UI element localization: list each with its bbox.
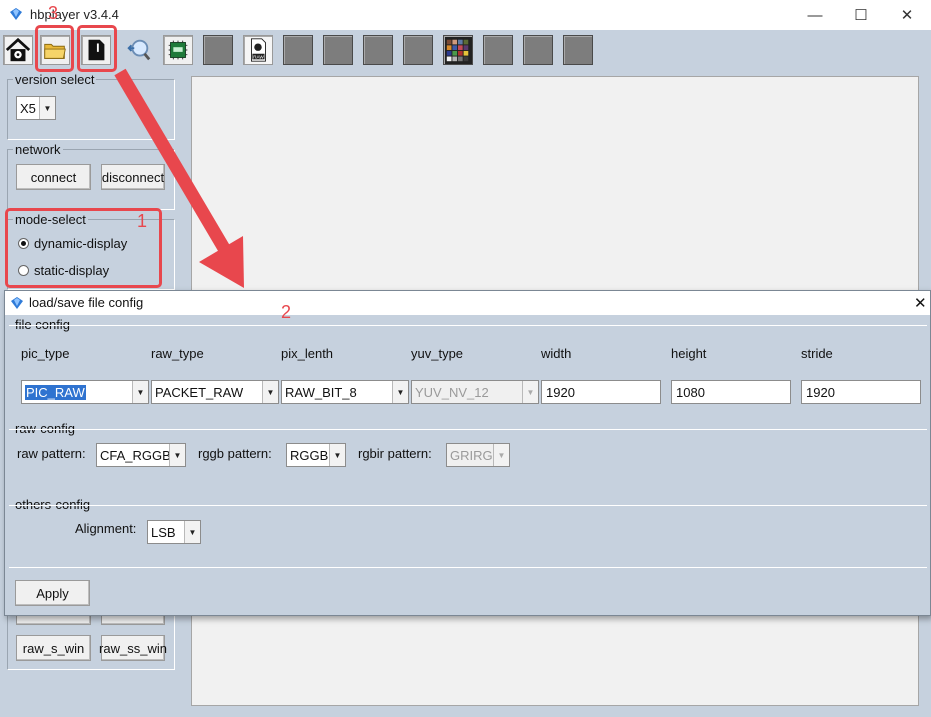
raw-type-header: raw_type <box>151 346 204 361</box>
file-config-separator <box>9 325 927 326</box>
pic-type-header: pic_type <box>21 346 70 361</box>
raw-pattern-label: raw pattern: <box>17 446 86 461</box>
app-logo-icon <box>10 8 22 20</box>
chevron-down-icon: ▼ <box>262 381 278 403</box>
home-button[interactable] <box>3 35 33 65</box>
apply-button[interactable]: Apply <box>15 580 90 606</box>
rgbir-pattern-select: GRIRG ▼ <box>446 443 510 467</box>
zoom-icon <box>127 39 151 61</box>
toolbar-button-9[interactable] <box>363 35 393 65</box>
save-raw-button[interactable]: RAW <box>243 35 273 65</box>
annotation-number-2: 2 <box>281 302 292 322</box>
chevron-down-icon: ▼ <box>493 444 509 466</box>
toolbar-button-5[interactable] <box>203 35 233 65</box>
pix-lenth-value: RAW_BIT_8 <box>285 384 357 400</box>
height-header: height <box>671 346 707 361</box>
stride-header: stride <box>801 346 833 361</box>
dialog-close-button[interactable]: ✕ <box>914 294 927 312</box>
color-checker-button[interactable] <box>443 35 473 65</box>
annotation-number-3: 3 <box>48 3 59 23</box>
toolbar-button-14[interactable] <box>563 35 593 65</box>
pic-type-select[interactable]: PIC_RAW ▼ <box>21 380 149 404</box>
toolbar-button-12[interactable] <box>483 35 513 65</box>
connect-button[interactable]: connect <box>16 164 91 190</box>
rggb-pattern-label: rggb pattern: <box>198 446 272 461</box>
raw-ss-win-button[interactable]: raw_ss_win <box>99 635 167 661</box>
raw-s-win-button[interactable]: raw_s_win <box>16 635 91 661</box>
chevron-down-icon: ▼ <box>329 444 345 466</box>
chip-icon <box>168 40 188 60</box>
window-title: hbplayer v3.4.4 <box>30 7 119 22</box>
alignment-select[interactable]: LSB ▼ <box>147 520 201 544</box>
others-config-separator <box>9 505 927 506</box>
version-value: X5 <box>20 100 36 116</box>
raw-save-icon: RAW <box>251 38 266 62</box>
alignment-value: LSB <box>151 524 176 540</box>
annotation-box-file <box>77 25 117 72</box>
chevron-down-icon: ▼ <box>132 381 148 403</box>
toolbar-button-8[interactable] <box>323 35 353 65</box>
chevron-down-icon: ▼ <box>392 381 408 403</box>
chip-button[interactable] <box>163 35 193 65</box>
pix-lenth-header: pix_lenth <box>281 346 334 361</box>
dialog-title-bar: load/save file config ✕ <box>5 291 930 315</box>
alignment-label: Alignment: <box>75 521 137 536</box>
network-legend: network <box>13 142 63 157</box>
width-header: width <box>541 346 572 361</box>
pic-type-value: PIC_RAW <box>25 384 86 400</box>
raw-type-select[interactable]: PACKET_RAW ▼ <box>151 380 279 404</box>
rggb-pattern-select[interactable]: RGGB ▼ <box>286 443 346 467</box>
raw-type-value: PACKET_RAW <box>155 384 244 400</box>
chevron-down-icon: ▼ <box>522 381 538 403</box>
rgbir-pattern-label: rgbir pattern: <box>358 446 432 461</box>
chevron-down-icon: ▼ <box>169 444 185 466</box>
toolbar-button-7[interactable] <box>283 35 313 65</box>
annotation-number-1: 1 <box>137 211 148 231</box>
dialog-title: load/save file config <box>29 295 144 310</box>
maximize-button[interactable]: ☐ <box>838 0 884 30</box>
rggb-pattern-value: RGGB <box>290 447 329 463</box>
version-select[interactable]: X5 ▼ <box>16 96 56 120</box>
pix-lenth-select[interactable]: RAW_BIT_8 ▼ <box>281 380 409 404</box>
close-button[interactable]: ✕ <box>884 0 930 30</box>
raw-config-separator <box>9 429 927 430</box>
app-logo-icon <box>11 297 23 309</box>
annotation-box-open <box>35 25 74 72</box>
stride-input[interactable]: 1920 <box>801 380 921 404</box>
height-input[interactable]: 1080 <box>671 380 791 404</box>
title-bar: hbplayer v3.4.4 — ☐ ✕ <box>0 0 931 30</box>
chevron-down-icon: ▼ <box>184 521 200 543</box>
toolbar-button-10[interactable] <box>403 35 433 65</box>
yuv-type-select: YUV_NV_12 ▼ <box>411 380 539 404</box>
apply-separator <box>9 567 927 568</box>
color-grid-icon <box>446 39 469 62</box>
minimize-button[interactable]: — <box>792 0 838 30</box>
raw-icon-label: RAW <box>253 54 264 59</box>
chevron-down-icon: ▼ <box>39 97 55 119</box>
home-icon <box>5 37 31 62</box>
version-legend: version select <box>13 72 97 87</box>
raw-pattern-value: CFA_RGGB <box>100 447 171 463</box>
width-input[interactable]: 1920 <box>541 380 661 404</box>
yuv-type-header: yuv_type <box>411 346 464 361</box>
yuv-type-value: YUV_NV_12 <box>415 384 489 400</box>
toolbar-button-13[interactable] <box>523 35 553 65</box>
rgbir-pattern-value: GRIRG <box>450 447 493 463</box>
file-config-dialog: load/save file config ✕ file config pic_… <box>4 290 931 616</box>
disconnect-button[interactable]: disconnect <box>101 164 165 190</box>
raw-pattern-select[interactable]: CFA_RGGB ▼ <box>96 443 186 467</box>
zoom-button[interactable] <box>123 35 153 65</box>
